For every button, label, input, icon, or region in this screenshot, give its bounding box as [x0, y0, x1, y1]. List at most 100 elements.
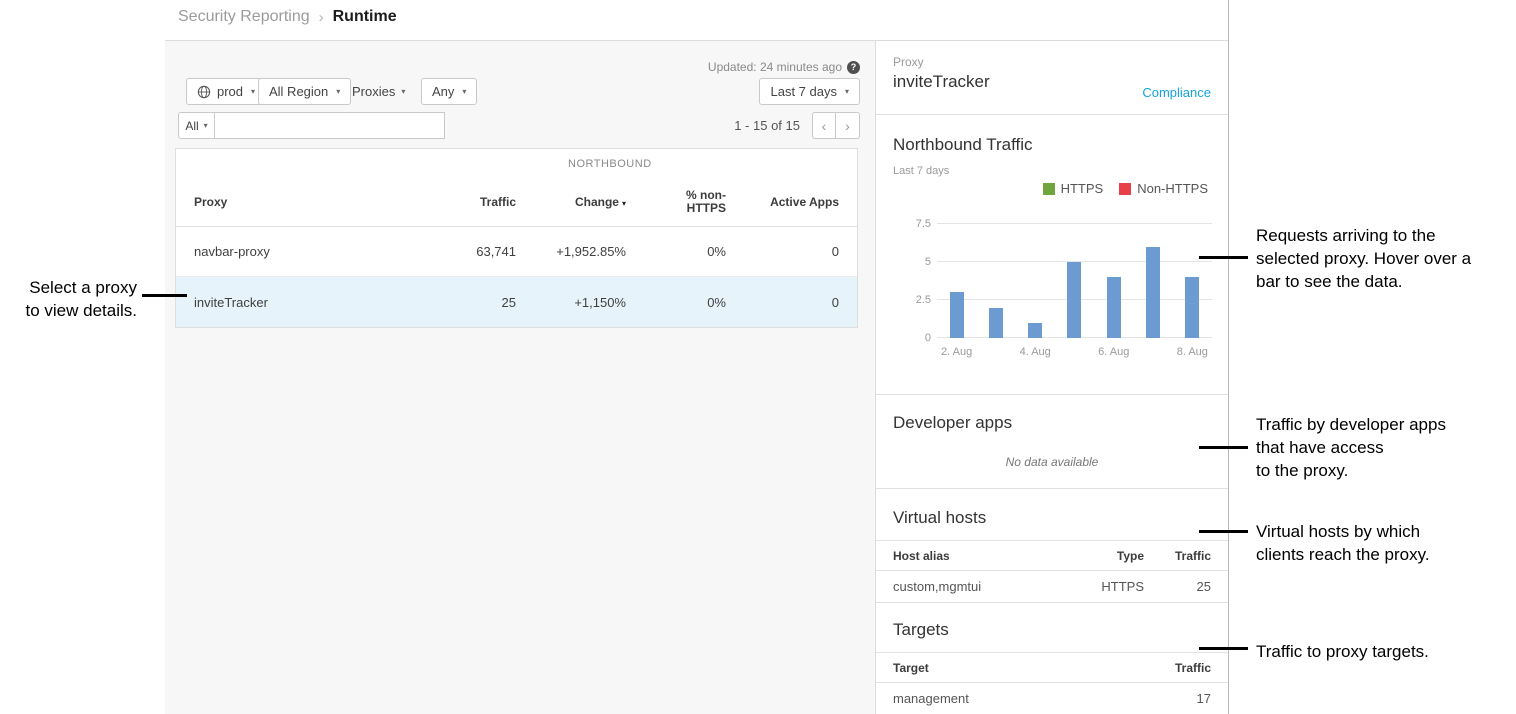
legend-swatch — [1119, 183, 1131, 195]
column-header-vh-traffic: Traffic — [1144, 549, 1211, 563]
chevron-down-icon: ▾ — [462, 87, 466, 96]
traffic-bar[interactable] — [1146, 247, 1160, 338]
column-header-host-alias: Host alias — [893, 549, 1054, 563]
column-header-type: Type — [1054, 549, 1144, 563]
annotation-connector-line — [1199, 647, 1248, 650]
date-range-dropdown[interactable]: Last 7 days ▾ — [759, 78, 860, 105]
proxy-label: Proxy — [893, 55, 924, 69]
cell-change: +1,150% — [516, 295, 626, 310]
page-title: Runtime — [333, 8, 397, 26]
northbound-traffic-title: Northbound Traffic — [893, 135, 1033, 155]
annotation-virtual-hosts-note: Virtual hosts by which clients reach the… — [1256, 520, 1430, 566]
region-dropdown-label: All Region — [269, 84, 328, 99]
table-row-selected[interactable]: inviteTracker 25 +1,150% 0% 0 — [176, 277, 857, 327]
cell-target: management — [893, 691, 1144, 706]
annotation-select-proxy: Select a proxy to view details. — [0, 276, 137, 322]
chart-y-label: 5 — [925, 256, 931, 268]
breadcrumb: Security Reporting › Runtime — [178, 8, 397, 26]
chart-x-label: 6. Aug — [1094, 346, 1133, 358]
cell-active-apps: 0 — [726, 244, 857, 259]
cell-proxy-name: inviteTracker — [176, 295, 426, 310]
cell-vh-traffic: 25 — [1144, 579, 1211, 594]
annotation-connector-line — [142, 294, 187, 297]
cell-target-traffic: 17 — [1144, 691, 1211, 706]
annotation-connector-line — [1199, 446, 1248, 449]
chevron-down-icon: ▾ — [845, 87, 849, 96]
chart-x-axis: 2. Aug4. Aug6. Aug8. Aug — [937, 346, 1212, 358]
empty-state-message: No data available — [876, 455, 1228, 469]
column-header-target-traffic: Traffic — [1144, 661, 1211, 675]
help-icon[interactable]: ? — [847, 61, 860, 74]
traffic-bar[interactable] — [1067, 262, 1081, 338]
chevron-down-icon: ▾ — [204, 121, 208, 130]
legend-swatch — [1043, 183, 1055, 195]
pager: ‹ › — [812, 112, 860, 139]
traffic-bar[interactable] — [989, 308, 1003, 338]
search-scope-label: All — [185, 119, 198, 133]
traffic-bar[interactable] — [1028, 323, 1042, 338]
cell-traffic: 25 — [426, 295, 516, 310]
chart-x-label: 4. Aug — [1016, 346, 1055, 358]
traffic-bar[interactable] — [950, 292, 964, 338]
column-header-non-https: % non- HTTPS — [626, 189, 726, 215]
next-page-button[interactable]: › — [836, 112, 860, 139]
compliance-link[interactable]: Compliance — [1142, 85, 1211, 100]
column-header-proxy: Proxy — [176, 195, 426, 209]
cell-host-alias: custom,mgmtui — [893, 579, 1054, 594]
any-dropdown[interactable]: Any ▾ — [421, 78, 477, 105]
chart-legend: HTTPS Non-HTTPS — [1043, 181, 1208, 196]
proxies-dropdown-label: Proxies — [352, 84, 395, 99]
legend-item-non-https: Non-HTTPS — [1119, 181, 1208, 196]
northbound-traffic-section: Northbound Traffic Last 7 days HTTPS Non… — [876, 115, 1228, 395]
northbound-group-label: NORTHBOUND — [568, 158, 652, 170]
cell-type: HTTPS — [1054, 579, 1144, 594]
window-edge — [1228, 0, 1229, 714]
panel-header: Proxy inviteTracker Compliance — [876, 41, 1228, 115]
virtual-hosts-title: Virtual hosts — [893, 508, 986, 528]
security-reporting-screen: Security Reporting › Runtime Updated: 24… — [0, 0, 1516, 714]
targets-title: Targets — [893, 620, 949, 640]
cell-proxy-name: navbar-proxy — [176, 244, 426, 259]
env-dropdown-label: prod — [217, 84, 243, 99]
virtual-hosts-section: Virtual hosts Host alias Type Traffic cu… — [876, 489, 1228, 603]
chart-x-label — [976, 346, 1015, 358]
annotation-connector-line — [1199, 530, 1248, 533]
chart-plot — [937, 224, 1212, 338]
search-input[interactable] — [214, 112, 445, 139]
chevron-down-icon: ▾ — [336, 87, 340, 96]
search-scope-dropdown[interactable]: All ▾ — [178, 112, 215, 139]
targets-header-row: Target Traffic — [876, 652, 1228, 683]
traffic-bar[interactable] — [1107, 277, 1121, 338]
cell-non-https: 0% — [626, 295, 726, 310]
legend-item-https: HTTPS — [1043, 181, 1104, 196]
annotation-chart-note: Requests arriving to the selected proxy.… — [1256, 224, 1471, 293]
globe-icon — [197, 85, 211, 99]
column-header-change-label: Change — [575, 195, 619, 209]
prev-page-button[interactable]: ‹ — [812, 112, 836, 139]
column-header-traffic: Traffic — [426, 195, 516, 209]
column-header-change[interactable]: Change▾ — [516, 195, 626, 209]
annotation-targets-note: Traffic to proxy targets. — [1256, 640, 1429, 663]
annotation-developer-apps-note: Traffic by developer apps that have acce… — [1256, 413, 1446, 482]
chart-x-label — [1133, 346, 1172, 358]
breadcrumb-section[interactable]: Security Reporting — [178, 8, 310, 26]
content-background — [165, 41, 875, 714]
targets-section: Targets Target Traffic management 17 — [876, 603, 1228, 714]
legend-label-non-https: Non-HTTPS — [1137, 181, 1208, 196]
region-dropdown[interactable]: All Region ▾ — [258, 78, 351, 105]
table-row[interactable]: navbar-proxy 63,741 +1,952.85% 0% 0 — [176, 227, 857, 277]
virtual-hosts-header-row: Host alias Type Traffic — [876, 540, 1228, 571]
env-dropdown[interactable]: prod ▾ — [186, 78, 266, 105]
proxy-detail-panel: Proxy inviteTracker Compliance Northboun… — [875, 41, 1228, 714]
targets-table: Target Traffic management 17 — [876, 652, 1228, 714]
traffic-bar[interactable] — [1185, 277, 1199, 338]
cell-active-apps: 0 — [726, 295, 857, 310]
chart-x-label: 8. Aug — [1173, 346, 1212, 358]
chart-bars — [937, 224, 1212, 338]
proxies-dropdown[interactable]: Proxies ▾ — [352, 78, 405, 105]
updated-status: Updated: 24 minutes ago ? — [708, 60, 860, 74]
cell-change: +1,952.85% — [516, 244, 626, 259]
proxy-name: inviteTracker — [893, 72, 990, 92]
any-dropdown-label: Any — [432, 84, 454, 99]
chart-y-label: 7.5 — [916, 218, 931, 230]
